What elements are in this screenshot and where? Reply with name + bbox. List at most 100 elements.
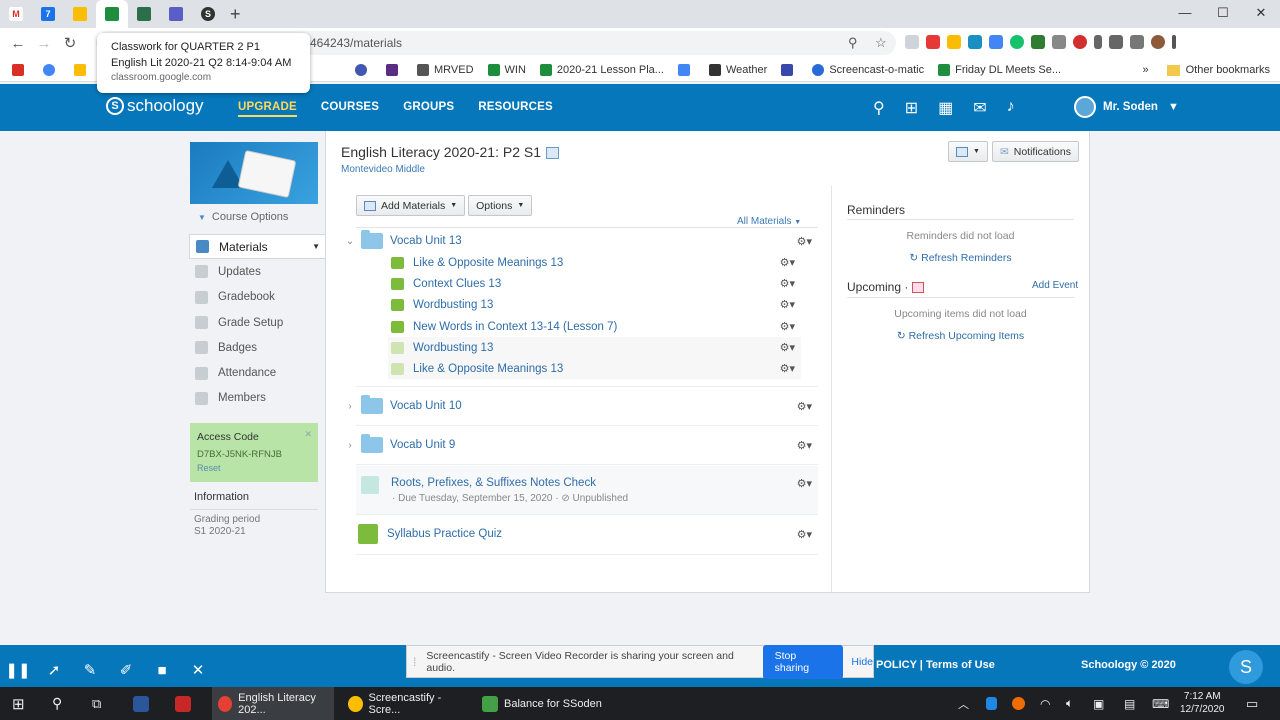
close-window-button[interactable]: ✕	[1242, 0, 1280, 28]
profile-avatar[interactable]	[1151, 35, 1165, 49]
extension-icon[interactable]	[1073, 35, 1087, 49]
word-taskbar-button[interactable]	[133, 687, 155, 720]
quiz-row[interactable]: Syllabus Practice Quiz ⚙▾	[342, 516, 818, 552]
sidebar-item-updates[interactable]: Updates	[189, 259, 326, 284]
nav-upgrade[interactable]: UPGRADE	[238, 101, 297, 117]
more-bookmarks-button[interactable]: »	[1143, 64, 1149, 76]
windows-start-icon[interactable]: ⊞	[12, 687, 25, 720]
gear-icon[interactable]: ⚙▾	[780, 256, 795, 269]
pause-icon[interactable]: ❚❚	[0, 661, 36, 679]
refresh-reminders-link[interactable]: ↻ Refresh Reminders	[847, 252, 1074, 264]
tab-shield[interactable]	[128, 0, 160, 28]
extension-icon[interactable]	[905, 35, 919, 49]
chevron-down-icon[interactable]: ⌄	[342, 236, 358, 247]
apps-grid-icon[interactable]: ⊞	[905, 98, 918, 118]
list-item[interactable]: Like & Opposite Meanings 13 ⚙▾	[388, 252, 801, 273]
course-options[interactable]: ▼ Course Options	[198, 211, 288, 223]
notifications-button[interactable]: ✉ Notifications	[991, 141, 1079, 162]
extension-icon[interactable]	[1052, 35, 1066, 49]
nav-groups[interactable]: GROUPS	[403, 101, 454, 117]
taskbar-chrome-screencastify[interactable]: Screencastify - Scre...	[344, 687, 466, 720]
quiz-title[interactable]: Syllabus Practice Quiz	[387, 528, 502, 540]
calendar-icon[interactable]: ▦	[938, 98, 953, 118]
assignment-title[interactable]: Roots, Prefixes, & Suffixes Notes Check	[391, 477, 596, 489]
camera-icon[interactable]: ■	[144, 662, 180, 679]
gear-icon[interactable]: ⚙▾	[780, 362, 795, 375]
volume-icon[interactable]: 🔈︎	[1066, 687, 1073, 720]
extension-icon[interactable]	[989, 35, 1003, 49]
hide-button[interactable]: Hide	[851, 656, 873, 668]
sidebar-item-attendance[interactable]: Attendance	[189, 360, 326, 385]
search-icon[interactable]: ⚲	[52, 687, 62, 720]
sidebar-item-gradebook[interactable]: Gradebook	[189, 285, 326, 310]
nav-resources[interactable]: RESOURCES	[478, 101, 553, 117]
list-item[interactable]: Like & Opposite Meanings 13 ⚙▾	[388, 358, 801, 379]
puzzle-icon[interactable]	[1109, 35, 1123, 49]
item-title[interactable]: Context Clues 13	[413, 278, 501, 290]
search-icon[interactable]: ⚲	[873, 98, 885, 118]
extension-icon[interactable]	[926, 35, 940, 49]
chevron-up-icon[interactable]: ︿	[958, 687, 969, 720]
chevron-right-icon[interactable]: ›	[342, 440, 358, 451]
gear-icon[interactable]: ⚙▾	[797, 439, 812, 452]
item-title[interactable]: Like & Opposite Meanings 13	[413, 363, 563, 375]
refresh-upcoming-link[interactable]: ↻ Refresh Upcoming Items	[847, 330, 1074, 342]
close-icon[interactable]: ✕	[304, 429, 312, 440]
school-name[interactable]: Montevideo Middle	[341, 164, 425, 175]
pointer-icon[interactable]: ➚	[36, 661, 72, 679]
gear-icon[interactable]: ⚙▾	[780, 320, 795, 333]
task-view-icon[interactable]: ⧉	[92, 687, 101, 720]
menu-icon[interactable]	[1172, 35, 1176, 49]
sidebar-item-materials[interactable]: Materials ▼	[189, 234, 326, 260]
item-title[interactable]: Wordbusting 13	[413, 342, 493, 354]
item-title[interactable]: New Words in Context 13-14 (Lesson 7)	[413, 321, 617, 333]
sidebar-item-grade-setup[interactable]: Grade Setup	[189, 310, 326, 335]
extension-icon[interactable]	[947, 35, 961, 49]
bookmark-shield[interactable]	[781, 63, 798, 76]
reload-button[interactable]: ↻	[57, 34, 83, 52]
list-item[interactable]: Context Clues 13 ⚙▾	[388, 273, 801, 294]
wifi-icon[interactable]: ◠	[1040, 687, 1050, 720]
zoom-icon[interactable]: ⚲	[848, 35, 858, 51]
gear-icon[interactable]: ⚙▾	[780, 277, 795, 290]
schoology-badge[interactable]: S	[1229, 650, 1263, 684]
folder-vocab-unit-10[interactable]: › Vocab Unit 10 ⚙▾	[342, 388, 818, 424]
cast-icon[interactable]	[1130, 35, 1144, 49]
layout-toggle-button[interactable]: ▼	[948, 141, 988, 162]
list-item[interactable]: New Words in Context 13-14 (Lesson 7) ⚙▾	[388, 316, 801, 337]
folder-title[interactable]: Vocab Unit 9	[390, 439, 455, 451]
tab-schoology[interactable]: S	[192, 0, 224, 28]
maximize-button[interactable]: ☐	[1204, 0, 1242, 28]
minimize-button[interactable]: —	[1166, 0, 1204, 28]
back-button[interactable]: ←	[5, 35, 31, 52]
drag-handle-icon[interactable]: ⁞	[407, 655, 422, 669]
microphone-icon[interactable]	[1094, 35, 1102, 49]
security-icon[interactable]	[986, 687, 1003, 720]
tab-classroom[interactable]	[96, 0, 128, 28]
taskbar-clock[interactable]: 7:12 AM 12/7/2020	[1180, 690, 1225, 716]
taskbar-chrome-schoology[interactable]: English Literacy 202...	[212, 687, 334, 720]
bookmark-gmail[interactable]	[12, 63, 29, 76]
pen-icon[interactable]: ✎	[72, 661, 108, 679]
notifications-bell-icon[interactable]: ♪	[1007, 98, 1015, 118]
bookmark-mrved[interactable]: MRVED	[417, 63, 474, 76]
gear-icon[interactable]: ⚙▾	[797, 235, 812, 248]
bookmark-docs[interactable]	[677, 63, 695, 76]
folder-vocab-unit-9[interactable]: › Vocab Unit 9 ⚙▾	[342, 427, 818, 463]
tab-drive[interactable]	[64, 0, 96, 28]
gear-icon[interactable]: ⚙▾	[797, 400, 812, 413]
messages-icon[interactable]: ✉	[973, 98, 986, 118]
other-bookmarks[interactable]: Other bookmarks	[1186, 64, 1270, 76]
bookmark-drive[interactable]	[74, 63, 91, 76]
bookmark-win[interactable]: WIN	[487, 63, 526, 76]
list-item[interactable]: Wordbusting 13 ⚙▾	[388, 294, 801, 315]
highlighter-icon[interactable]: ✐	[108, 661, 144, 679]
stop-sharing-button[interactable]: Stop sharing	[762, 644, 844, 679]
forward-button[interactable]: →	[31, 35, 57, 52]
new-tab-button[interactable]: +	[230, 4, 241, 25]
bookmark-o[interactable]	[386, 63, 403, 76]
screencast-taskbar-button[interactable]	[175, 687, 197, 720]
tray-display-icon[interactable]: ▣	[1093, 687, 1104, 720]
sidebar-item-members[interactable]: Members	[189, 386, 326, 411]
folder-title[interactable]: Vocab Unit 13	[390, 235, 462, 247]
